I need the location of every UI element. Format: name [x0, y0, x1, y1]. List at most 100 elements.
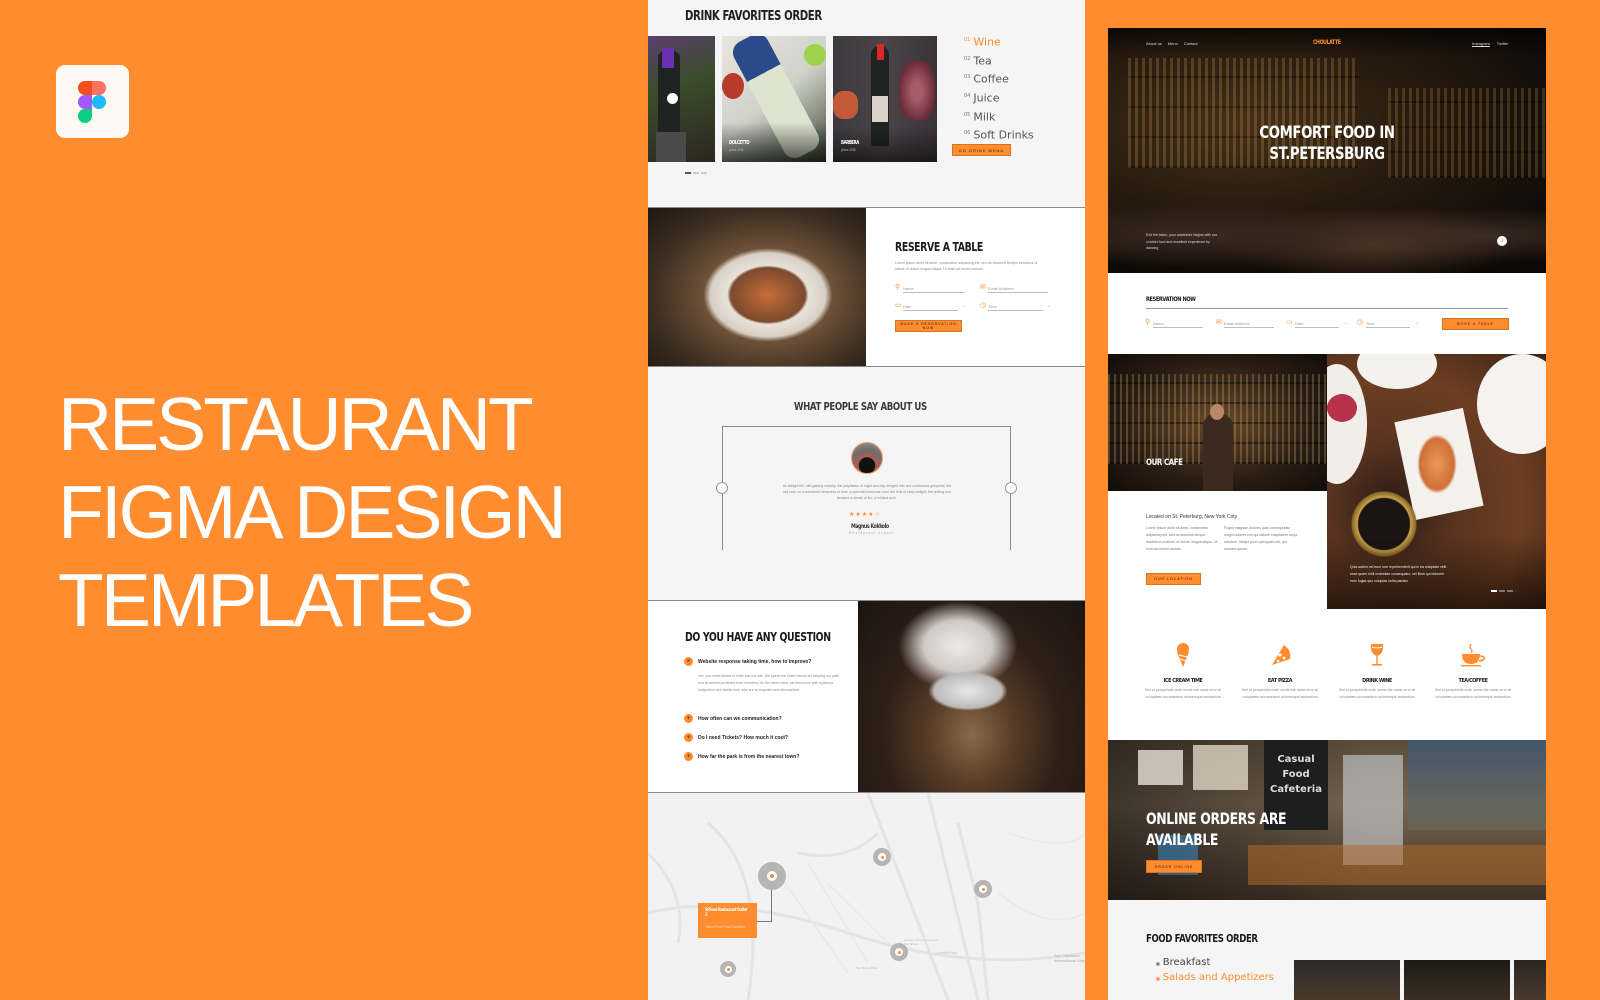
- cafe-photo: OUR CAFE: [1108, 354, 1327, 491]
- chevron-down-icon[interactable]: ⌄: [1047, 303, 1050, 308]
- faq-answer: Yes, you need tickets to enter into our …: [698, 674, 840, 692]
- drink-card[interactable]: [648, 36, 715, 162]
- food-favorites-heading: FOOD FAVORITES ORDER: [1146, 932, 1258, 945]
- time-field[interactable]: Time: [1366, 321, 1375, 326]
- book-a-table-button[interactable]: BOOK A TABLE: [1442, 318, 1509, 330]
- map-pin[interactable]: [873, 848, 891, 866]
- order-online-button[interactable]: ORDER ONLINE: [1146, 860, 1202, 873]
- figma-icon: [78, 81, 106, 123]
- drink-card-price: price 20$: [841, 148, 856, 152]
- food-photo: Quis autem vel eum iure reprehenderit qu…: [1327, 354, 1546, 609]
- service-item: EAT PIZZA Sed ut perspiciatis unde omnis…: [1235, 643, 1325, 701]
- slider-handle[interactable]: [667, 93, 678, 104]
- make-reservation-button[interactable]: MAKE A RESERVATION NOW: [895, 320, 962, 332]
- promo-title-line: TEMPLATES: [58, 558, 474, 642]
- name-field[interactable]: Name: [903, 286, 914, 291]
- food-card[interactable]: [1404, 960, 1510, 1000]
- figma-logo: [56, 65, 129, 138]
- carousel-dots: [685, 172, 707, 174]
- chevron-down-icon[interactable]: ⌄: [1415, 320, 1418, 325]
- hero-title: COMFORT FOOD IN ST.PETERSBURG: [1259, 123, 1395, 164]
- drink-card-name: BARBERA: [841, 140, 859, 146]
- user-icon: ⚲: [895, 284, 901, 291]
- faq-item[interactable]: + How far the park is from the nearest t…: [684, 752, 799, 761]
- drink-category-item[interactable]: 04 Juice: [964, 88, 1034, 107]
- nav-link-menu[interactable]: Menu: [1168, 41, 1178, 46]
- our-cafe-label: OUR CAFE: [1146, 458, 1183, 468]
- promo-title: RESTAURANT FIGMA DESIGN TEMPLATES: [58, 380, 567, 644]
- rating-stars: ★★★★☆: [849, 511, 881, 518]
- name-field[interactable]: Name: [1153, 321, 1164, 326]
- food-category-item[interactable]: ■ Salads and Appetizers: [1156, 972, 1274, 983]
- reviewer-name: Magnus Kokkolo: [851, 523, 889, 530]
- coffee-cup-icon: [1461, 643, 1485, 667]
- drink-card[interactable]: BARBERA price 20$: [833, 36, 937, 162]
- drink-category-item[interactable]: 05 Milk: [964, 107, 1034, 126]
- close-icon[interactable]: ×: [684, 657, 693, 666]
- drink-card-name: DOLCETTO: [729, 140, 750, 146]
- date-field[interactable]: Date: [1295, 321, 1303, 326]
- service-item: DRINK WINE Sed ut perspiciatis unde omni…: [1332, 643, 1422, 701]
- our-location-button[interactable]: OUR LOCATION: [1146, 573, 1201, 585]
- go-drink-menu-button[interactable]: GO DRINK MENU: [952, 144, 1011, 156]
- drink-category-item[interactable]: 01 Wine: [964, 32, 1034, 51]
- instagram-link[interactable]: Instagram: [1472, 41, 1490, 46]
- plus-icon[interactable]: +: [684, 714, 693, 723]
- food-card[interactable]: [1294, 960, 1400, 1000]
- plus-icon[interactable]: +: [684, 752, 693, 761]
- wine-glass-icon: [1370, 644, 1384, 666]
- food-caption: Quis autem vel eum iure reprehenderit qu…: [1350, 565, 1447, 583]
- faq-item[interactable]: + Do I need Tickets? How much it cost?: [684, 733, 788, 742]
- carousel-dot[interactable]: [1499, 590, 1505, 592]
- ice-cream-icon: [1177, 643, 1189, 667]
- nav-link-contact[interactable]: Contact: [1184, 41, 1198, 46]
- clock-icon: ◷: [980, 302, 987, 309]
- map-pin[interactable]: [720, 961, 736, 977]
- popup-title: SFFood Restaurant Outlet 2: [705, 908, 748, 918]
- map-pin-selected[interactable]: [758, 862, 786, 890]
- drink-category-item[interactable]: 02 Tea: [964, 51, 1034, 70]
- carousel-dot[interactable]: [693, 172, 699, 174]
- template-page-right: About us Menu Contact CHOULATTE Instagra…: [1108, 28, 1546, 1000]
- carousel-dot[interactable]: [685, 172, 691, 174]
- drinks-heading: DRINK FAVORITES ORDER: [685, 9, 822, 24]
- drink-category-item[interactable]: 06 Soft Drinks: [964, 125, 1034, 144]
- twitter-link[interactable]: Twitter: [1497, 41, 1509, 46]
- brand-logo[interactable]: CHOULATTE: [1313, 39, 1341, 46]
- next-arrow-button[interactable]: ›: [1005, 482, 1017, 494]
- reviewer-role: Restaurant expert: [849, 531, 894, 535]
- map-label: San Bruno Park: [856, 966, 878, 970]
- location-popup[interactable]: SFFood Restaurant Outlet 2 15km From You…: [698, 903, 757, 938]
- testimonial-quote: As twilight fell, still gaining velocity…: [782, 484, 952, 500]
- reserve-text: Lorem ipsum dolor sit amet, consectetur …: [895, 261, 1038, 271]
- cafe-text-col1: Lorem ipsum dolor sit amet, consectetur …: [1146, 526, 1218, 551]
- carousel-dot[interactable]: [1507, 590, 1513, 592]
- faq-item[interactable]: + How often can we communication?: [684, 714, 782, 723]
- faq-item[interactable]: × Website response taking time, how to i…: [684, 657, 811, 666]
- mail-icon: ✉: [980, 284, 986, 291]
- time-field[interactable]: Time: [988, 304, 997, 309]
- prev-arrow-button[interactable]: ‹: [716, 482, 728, 494]
- reservation-heading: RESERVATION NOW: [1146, 295, 1196, 303]
- food-category-item[interactable]: ■ Breakfast: [1156, 957, 1210, 968]
- drink-card[interactable]: DOLCETTO price 20$: [722, 36, 826, 162]
- faq-heading: DO YOU HAVE ANY QUESTION: [685, 630, 831, 644]
- mail-icon: ✉: [1216, 319, 1222, 326]
- nav-link-about[interactable]: About us: [1146, 41, 1162, 46]
- carousel-dot[interactable]: [701, 172, 707, 174]
- email-field[interactable]: Email Address: [1224, 321, 1250, 326]
- map-pin[interactable]: [974, 880, 992, 898]
- drink-category-item[interactable]: 03 Coffee: [964, 69, 1034, 88]
- date-field[interactable]: Date: [903, 304, 911, 309]
- carousel-dot[interactable]: [1491, 590, 1497, 592]
- chevron-down-icon[interactable]: ⌄: [1344, 320, 1347, 325]
- plus-icon[interactable]: +: [684, 733, 693, 742]
- scroll-down-button[interactable]: ↓: [1497, 236, 1507, 246]
- email-field[interactable]: Email Address: [988, 286, 1014, 291]
- map[interactable]: SFFood Restaurant Outlet 2 15km From You…: [648, 793, 1085, 1000]
- chevron-down-icon[interactable]: ⌄: [962, 303, 965, 308]
- star-empty-icon: ☆: [874, 512, 881, 518]
- promo-title-line: FIGMA DESIGN: [58, 470, 567, 554]
- reserve-heading: RESERVE A TABLE: [895, 240, 983, 254]
- food-card[interactable]: [1514, 960, 1546, 1000]
